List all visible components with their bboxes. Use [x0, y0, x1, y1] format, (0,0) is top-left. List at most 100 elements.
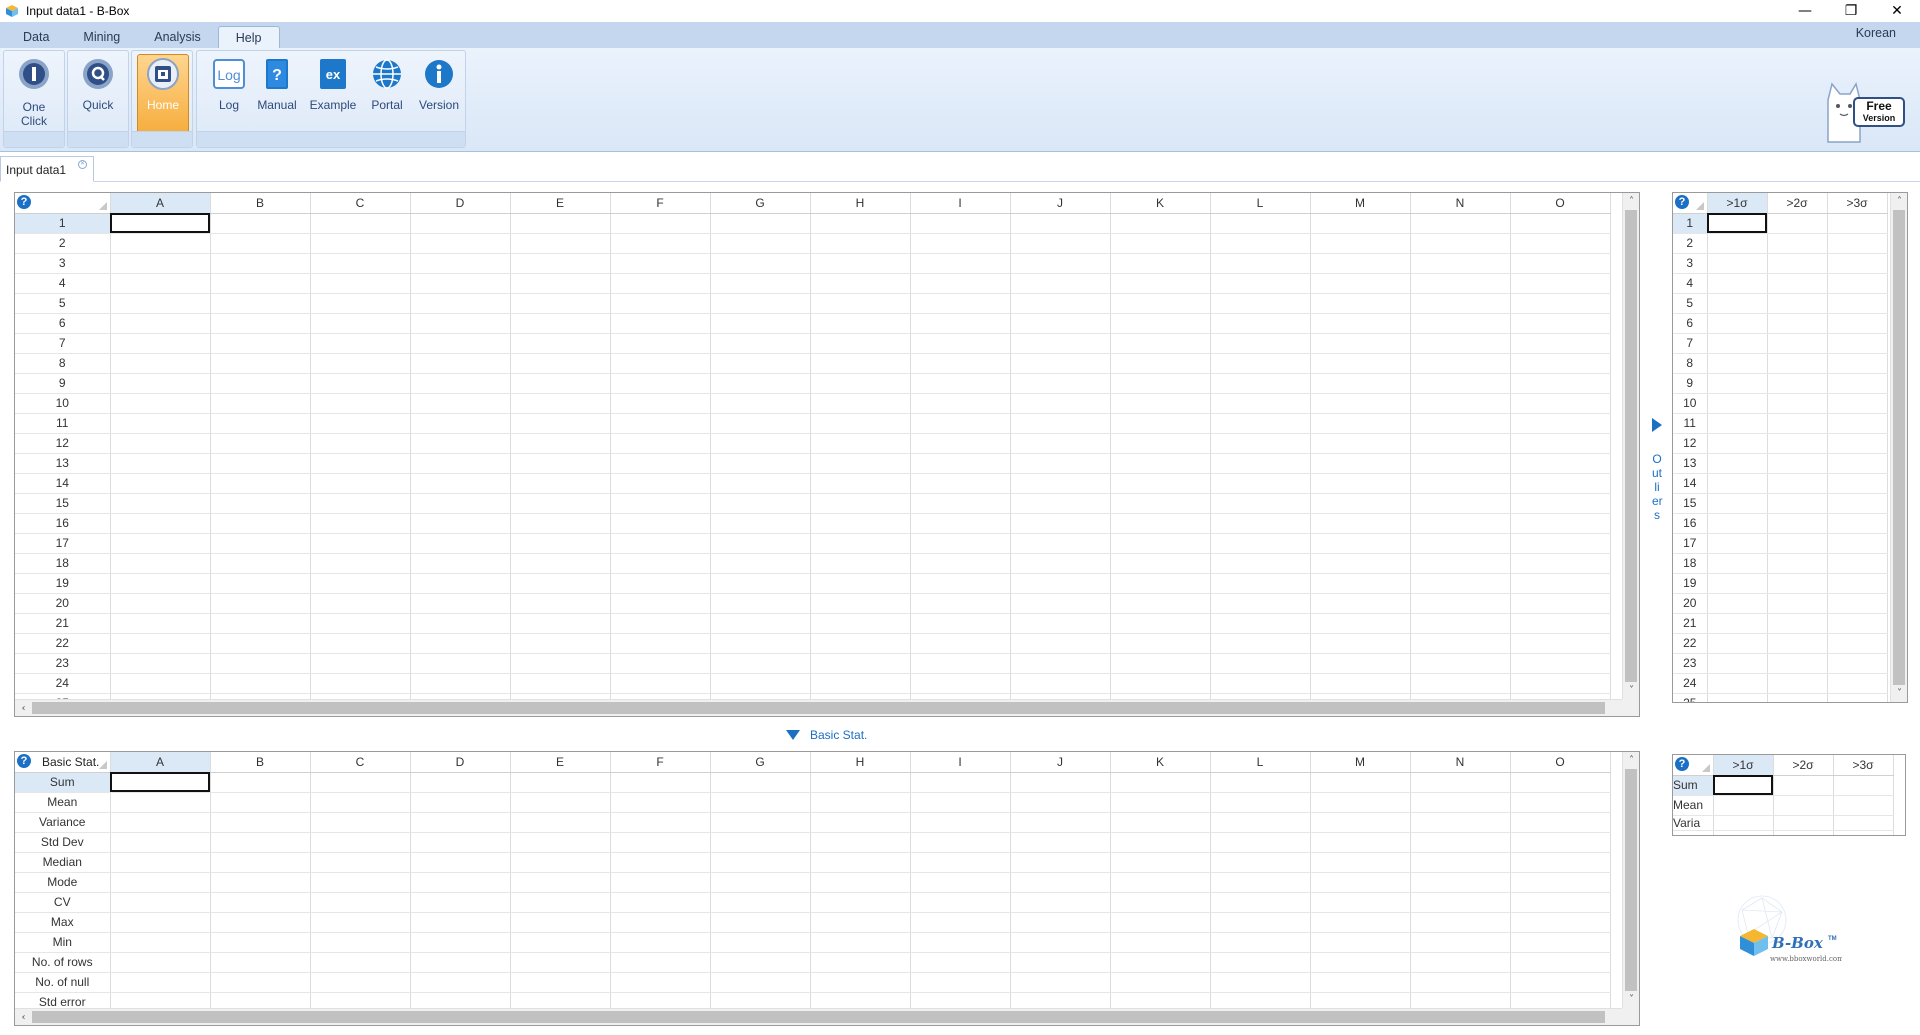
grid-cell[interactable] — [310, 912, 411, 933]
grid-cell[interactable] — [1410, 912, 1511, 933]
grid-cell[interactable] — [410, 972, 511, 993]
grid-cell[interactable] — [1410, 573, 1511, 594]
main-grid-horizontal-scrollbar[interactable]: ‹ — [15, 699, 1622, 716]
grid-cell[interactable] — [1833, 815, 1894, 831]
grid-cell[interactable] — [410, 453, 511, 474]
grid-cell[interactable] — [1410, 972, 1511, 993]
grid-cell[interactable] — [610, 273, 711, 294]
grid-cell[interactable] — [1410, 453, 1511, 474]
scroll-up-icon[interactable]: ˄ — [1623, 193, 1639, 210]
grid-cell[interactable] — [910, 952, 1011, 973]
grid-cell[interactable] — [1010, 353, 1111, 374]
grid-cell[interactable] — [110, 792, 211, 813]
grid-cell[interactable] — [810, 792, 911, 813]
grid-cell[interactable] — [310, 812, 411, 833]
home-button[interactable]: Home — [137, 54, 189, 134]
grid-cell[interactable] — [510, 812, 611, 833]
grid-cell[interactable] — [1767, 293, 1828, 314]
grid-cell[interactable] — [510, 213, 611, 234]
grid-cell[interactable] — [610, 373, 711, 394]
grid-cell[interactable] — [610, 573, 711, 594]
grid-cell[interactable] — [510, 233, 611, 254]
column-header[interactable]: B — [210, 752, 311, 773]
grid-cell[interactable] — [410, 233, 511, 254]
column-header[interactable]: L — [1210, 752, 1311, 773]
column-header[interactable]: J — [1010, 752, 1111, 773]
grid-cell[interactable] — [1827, 313, 1888, 334]
row-header[interactable]: 18 — [15, 553, 111, 574]
grid-cell[interactable] — [1707, 593, 1768, 614]
grid-cell[interactable] — [210, 493, 311, 514]
row-header[interactable]: 19 — [1673, 573, 1708, 594]
grid-cell[interactable] — [1010, 273, 1111, 294]
grid-cell[interactable] — [310, 653, 411, 674]
grid-cell[interactable] — [1310, 313, 1411, 334]
grid-cell[interactable] — [1410, 413, 1511, 434]
column-header[interactable]: O — [1510, 752, 1611, 773]
grid-cell[interactable] — [1410, 393, 1511, 414]
grid-cell[interactable] — [210, 513, 311, 534]
grid-cell[interactable] — [1310, 213, 1411, 234]
grid-cell[interactable] — [610, 493, 711, 514]
grid-cell[interactable] — [1310, 613, 1411, 634]
grid-cell[interactable] — [1767, 593, 1828, 614]
grid-cell[interactable] — [1210, 373, 1311, 394]
column-header[interactable]: E — [510, 752, 611, 773]
grid-cell[interactable] — [1410, 792, 1511, 813]
grid-cell[interactable] — [210, 233, 311, 254]
row-header[interactable]: 20 — [15, 593, 111, 614]
grid-cell[interactable] — [710, 513, 811, 534]
grid-cell[interactable] — [1707, 453, 1768, 474]
grid-cell[interactable] — [1767, 393, 1828, 414]
portal-button[interactable]: Portal — [361, 55, 413, 131]
grid-cell[interactable] — [910, 593, 1011, 614]
version-button[interactable]: Version — [413, 55, 465, 131]
row-header[interactable]: 9 — [15, 373, 111, 394]
row-header[interactable]: 21 — [15, 613, 111, 634]
row-header[interactable]: 7 — [15, 333, 111, 354]
grid-cell[interactable] — [810, 513, 911, 534]
grid-cell[interactable] — [410, 433, 511, 454]
grid-cell[interactable] — [1510, 972, 1611, 993]
grid-cell[interactable] — [1510, 493, 1611, 514]
grid-cell[interactable] — [710, 972, 811, 993]
grid-cell[interactable] — [910, 413, 1011, 434]
row-header[interactable]: Max — [15, 912, 111, 933]
grid-cell[interactable] — [610, 513, 711, 534]
grid-cell[interactable] — [210, 393, 311, 414]
grid-cell[interactable] — [1110, 373, 1211, 394]
grid-cell[interactable] — [1827, 693, 1888, 702]
grid-cell[interactable] — [510, 872, 611, 893]
grid-cell[interactable] — [1827, 633, 1888, 654]
grid-cell[interactable] — [1110, 273, 1211, 294]
grid-cell[interactable] — [610, 533, 711, 554]
grid-cell[interactable] — [510, 932, 611, 953]
grid-cell[interactable] — [1713, 795, 1774, 816]
select-all-icon[interactable] — [1695, 201, 1704, 210]
grid-cell[interactable] — [110, 293, 211, 314]
column-header[interactable]: N — [1410, 193, 1511, 214]
grid-cell[interactable] — [310, 673, 411, 694]
grid-cell[interactable] — [310, 313, 411, 334]
grid-cell[interactable] — [1310, 952, 1411, 973]
grid-cell[interactable] — [510, 772, 611, 793]
grid-cell[interactable] — [1310, 912, 1411, 933]
grid-cell[interactable] — [1110, 353, 1211, 374]
grid-cell[interactable] — [1010, 473, 1111, 494]
grid-cell[interactable] — [810, 633, 911, 654]
grid-cell[interactable] — [1110, 912, 1211, 933]
grid-cell[interactable] — [710, 453, 811, 474]
grid-cell[interactable] — [610, 473, 711, 494]
grid-cell[interactable] — [1410, 892, 1511, 913]
row-header[interactable]: 17 — [15, 533, 111, 554]
grid-cell[interactable] — [1410, 613, 1511, 634]
grid-cell[interactable] — [310, 852, 411, 873]
row-header[interactable]: 16 — [1673, 513, 1708, 534]
grid-cell[interactable] — [110, 253, 211, 274]
grid-cell[interactable] — [1210, 333, 1311, 354]
grid-cell[interactable] — [310, 613, 411, 634]
grid-cell[interactable] — [1210, 513, 1311, 534]
grid-cell[interactable] — [310, 333, 411, 354]
grid-cell[interactable] — [1510, 832, 1611, 853]
column-header[interactable]: >2σ — [1773, 755, 1834, 776]
